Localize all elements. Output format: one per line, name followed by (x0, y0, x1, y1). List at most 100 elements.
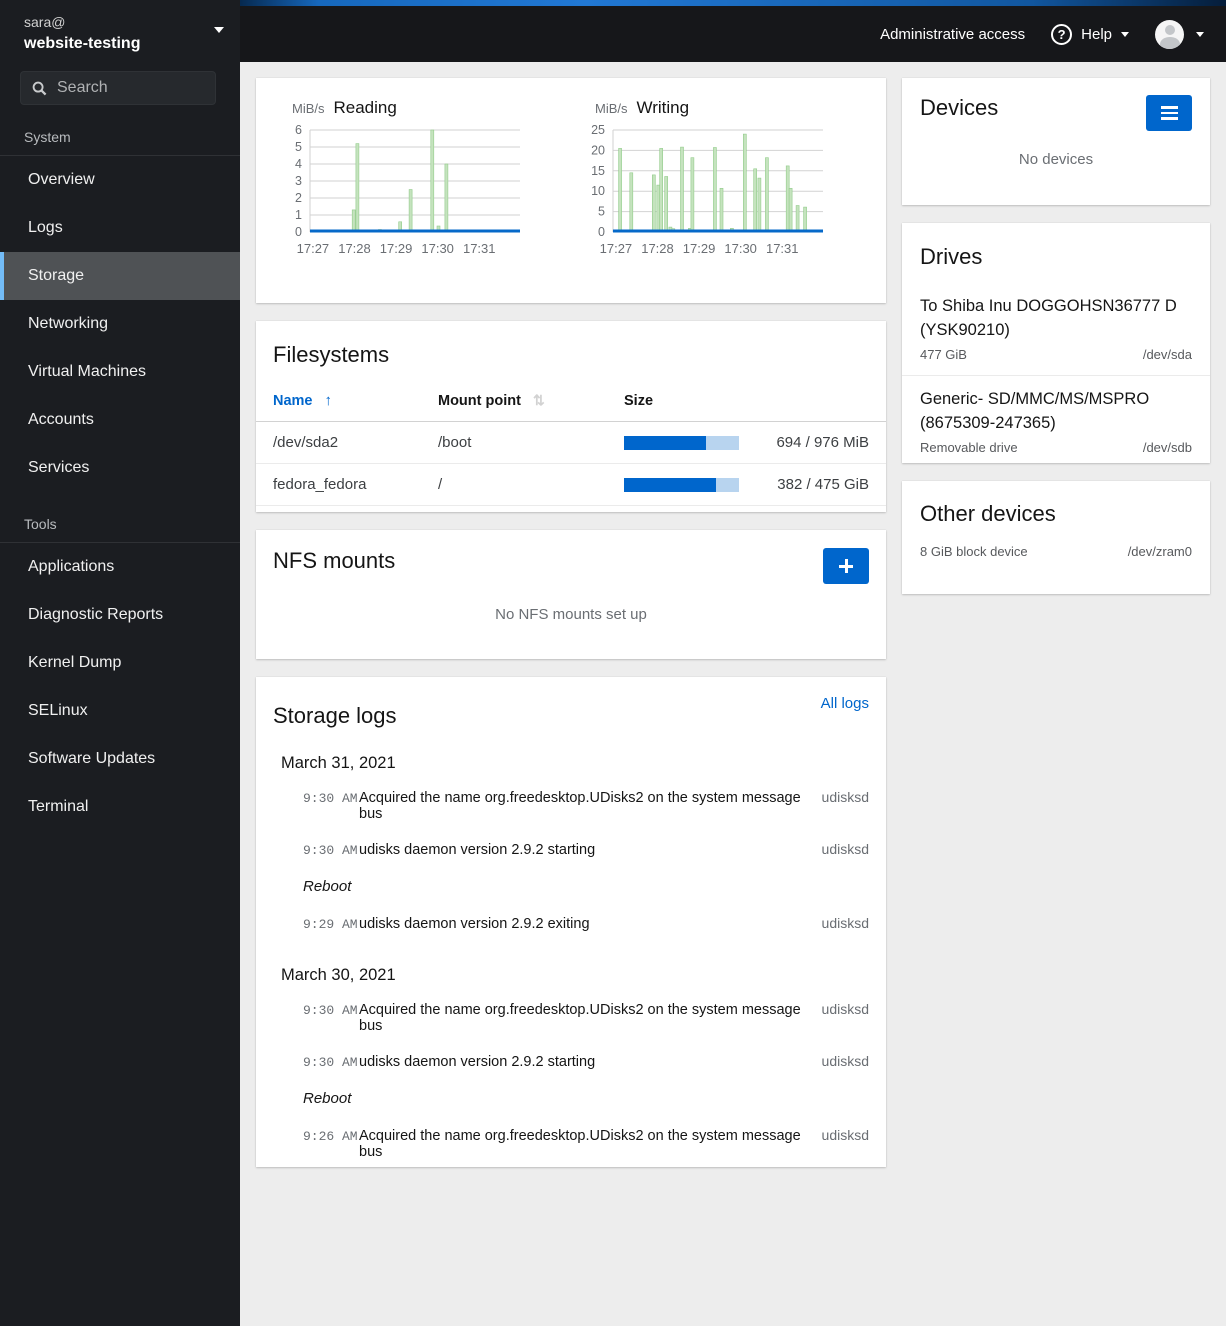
drive-detail: Removable drive (920, 439, 1018, 455)
nfs-mounts-title: NFS mounts (273, 548, 396, 573)
sidebar-item-services[interactable]: Services (0, 444, 240, 492)
nav-section-system: System (0, 105, 240, 157)
drive-name: To Shiba Inu DOGGOHSN36777 D (YSK90210) (920, 297, 1177, 339)
log-entry-row[interactable]: 9:30 AM udisks daemon version 2.9.2 start… (256, 1043, 886, 1079)
filesystem-name: /dev/sda2 (256, 421, 438, 464)
svg-text:0: 0 (295, 225, 302, 239)
column-header-size: Size (624, 380, 886, 422)
sidebar-item-virtual-machines[interactable]: Virtual Machines (0, 348, 240, 396)
log-entry-row[interactable]: 9:30 AM Acquired the name org.freedesktop… (256, 779, 886, 831)
reading-chart-title: Reading (333, 98, 397, 117)
devices-card: Devices No devices (902, 78, 1210, 205)
sidebar-item-storage[interactable]: Storage (0, 252, 240, 301)
help-icon (1051, 23, 1073, 45)
log-entry-row[interactable]: 9:26 AM Acquired the name org.freedesktop… (256, 1117, 886, 1167)
svg-text:20: 20 (591, 143, 605, 157)
svg-text:17:31: 17:31 (766, 241, 799, 256)
sidebar-item-networking[interactable]: Networking (0, 300, 240, 348)
sidebar-item-terminal[interactable]: Terminal (0, 783, 240, 831)
devices-title: Devices (920, 95, 999, 120)
log-message: Acquired the name org.freedesktop.UDisks… (359, 790, 801, 822)
sidebar-item-software-updates[interactable]: Software Updates (0, 735, 240, 783)
log-service: udisksd (821, 1127, 869, 1143)
log-entry-row[interactable]: 9:30 AM udisks daemon version 2.9.2 start… (256, 831, 886, 867)
sidebar-item-diagnostic-reports[interactable]: Diagnostic Reports (0, 591, 240, 639)
sidebar-item-selinux[interactable]: SELinux (0, 687, 240, 735)
filesystem-row[interactable]: fedora_fedora/ 382 / 475 GiB (256, 463, 886, 506)
sort-header-name[interactable]: Name (256, 380, 438, 422)
log-time: 9:30 AM (303, 791, 358, 806)
sidebar: sara@ website-testing SystemOverviewLogs… (0, 0, 240, 1326)
other-device-name: 8 GiB block device (920, 544, 1028, 559)
filesystem-size-label: 694 / 976 MiB (776, 434, 869, 451)
reading-chart-unit: MiB/s (292, 101, 325, 116)
other-devices-card: Other devices 8 GiB block device/dev/zra… (902, 481, 1210, 594)
svg-text:2: 2 (295, 191, 302, 205)
sidebar-item-accounts[interactable]: Accounts (0, 396, 240, 444)
svg-text:17:27: 17:27 (600, 241, 633, 256)
log-service: udisksd (821, 1001, 869, 1017)
log-service: udisksd (821, 789, 869, 805)
svg-text:4: 4 (295, 157, 302, 171)
svg-text:17:29: 17:29 (380, 241, 413, 256)
drive-entry[interactable]: Generic- SD/MMC/MS/MSPRO (8675309-247365… (902, 374, 1210, 468)
svg-text:0: 0 (598, 225, 605, 239)
add-nfs-mount-button[interactable] (823, 548, 869, 584)
log-time: 9:26 AM (303, 1129, 358, 1144)
log-service: udisksd (821, 915, 869, 931)
nfs-mounts-card: NFS mounts No NFS mounts set up (256, 530, 886, 659)
svg-text:6: 6 (295, 123, 302, 137)
plus-icon (839, 559, 853, 573)
storage-page: MiB/s Reading 0 1 2 3 4 5 6 17:27 17:28 17:29 17:3… (240, 62, 1226, 1326)
search-field[interactable] (20, 71, 216, 106)
user-menu[interactable] (1155, 19, 1204, 49)
log-reboot-row: Reboot (303, 1090, 352, 1107)
svg-text:5: 5 (598, 205, 605, 219)
log-date-heading: March 31, 2021 (281, 754, 396, 772)
log-service: udisksd (821, 841, 869, 857)
chevron-down-icon (214, 27, 224, 33)
filesystem-name: fedora_fedora (256, 463, 438, 506)
log-date-heading: March 30, 2021 (281, 966, 396, 984)
drives-title: Drives (920, 244, 983, 269)
search-input[interactable] (57, 79, 204, 98)
log-entry-row[interactable]: 9:29 AM udisks daemon version 2.9.2 exiti… (256, 905, 886, 941)
filesystem-size-label: 382 / 475 GiB (777, 476, 869, 493)
host-selector[interactable]: sara@ website-testing (0, 0, 240, 69)
other-device-path: /dev/zram0 (1127, 544, 1192, 559)
all-logs-link[interactable]: All logs (821, 695, 869, 712)
devices-empty-state: No devices (1018, 151, 1094, 168)
sidebar-item-overview[interactable]: Overview (0, 156, 240, 204)
usage-progress-bar (624, 435, 739, 450)
reading-chart-group: MiB/s Reading 0 1 2 3 4 5 6 17:27 17:28 17:29 17:3… (270, 98, 573, 303)
sort-header-mount-point[interactable]: Mount point (438, 380, 624, 422)
writing-chart-title: Writing (636, 98, 690, 117)
help-menu[interactable]: Help (1051, 23, 1129, 45)
svg-text:17:27: 17:27 (297, 241, 330, 256)
log-message: Acquired the name org.freedesktop.UDisks… (359, 1128, 801, 1160)
administrative-access-button[interactable]: Administrative access (880, 26, 1025, 43)
filesystem-row[interactable]: /dev/sda2/boot 694 / 976 MiB (256, 421, 886, 464)
other-device-entry[interactable]: 8 GiB block device/dev/zram0 (920, 544, 1192, 559)
writing-chart-unit: MiB/s (595, 101, 628, 116)
sort-both-icon (521, 393, 545, 409)
masthead: Administrative access Help (240, 0, 1226, 62)
svg-text:17:28: 17:28 (641, 241, 674, 256)
svg-text:10: 10 (591, 184, 605, 198)
search-icon (32, 81, 47, 96)
devices-menu-button[interactable] (1146, 95, 1192, 131)
log-reboot-row: Reboot (303, 878, 352, 895)
sidebar-item-kernel-dump[interactable]: Kernel Dump (0, 639, 240, 687)
log-entry-row[interactable]: 9:30 AM Acquired the name org.freedesktop… (256, 991, 886, 1043)
log-time: 9:29 AM (303, 917, 358, 932)
sidebar-item-logs[interactable]: Logs (0, 204, 240, 252)
menu-icon (1160, 106, 1178, 120)
writing-chart: 0 5 10 15 20 25 17:27 17:28 17:29 17:30 17:31 (573, 122, 876, 267)
usage-progress-bar (624, 477, 739, 492)
drive-entry[interactable]: To Shiba Inu DOGGOHSN36777 D (YSK90210) 4… (902, 283, 1210, 375)
log-message: udisks daemon version 2.9.2 starting (359, 842, 596, 858)
log-service: udisksd (821, 1053, 869, 1069)
reading-chart: 0 1 2 3 4 5 6 17:27 17:28 17:29 17:30 17:31 (270, 122, 573, 267)
sidebar-item-applications[interactable]: Applications (0, 543, 240, 591)
svg-text:17:30: 17:30 (724, 241, 757, 256)
